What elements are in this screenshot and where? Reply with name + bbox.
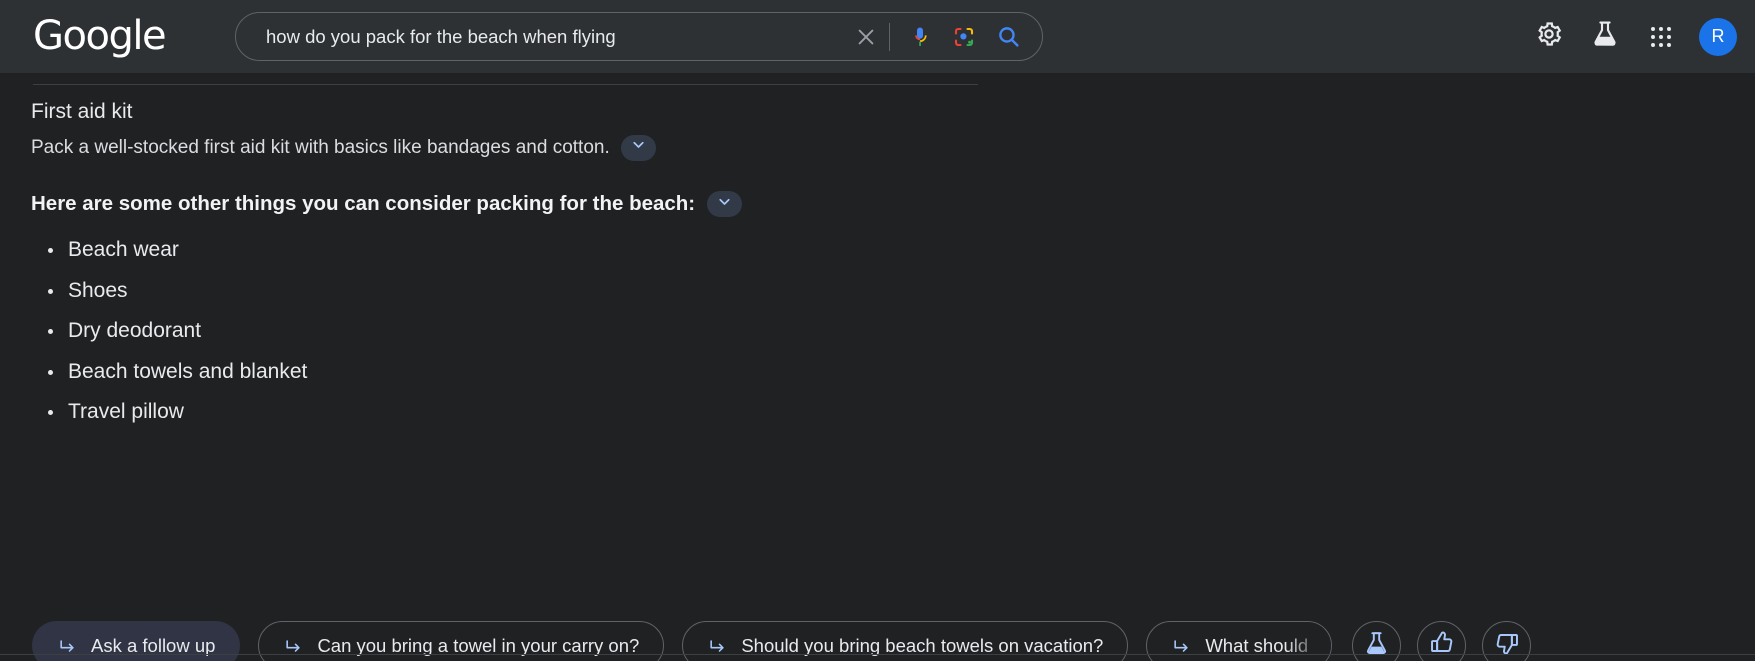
- list-item: Travel pillow: [31, 398, 307, 426]
- thumbs-down-icon: [1494, 630, 1520, 661]
- list-item: Shoes: [31, 277, 307, 305]
- google-logo[interactable]: Google: [33, 14, 167, 58]
- other-items-heading-row: Here are some other things you can consi…: [31, 190, 743, 218]
- expand-section-button[interactable]: [620, 135, 656, 161]
- app-header: Google how do you pack for the beach whe…: [0, 0, 1755, 73]
- expand-other-items-button[interactable]: [707, 190, 743, 218]
- arrow-turn-down-right-icon: [57, 636, 77, 656]
- main-content: First aid kit Pack a well-stocked first …: [0, 73, 1755, 661]
- content-top-divider: [33, 84, 978, 85]
- arrow-turn-down-right-icon: [1171, 636, 1191, 656]
- ask-follow-up-chip[interactable]: Ask a follow up: [32, 621, 241, 661]
- content-bottom-divider: [0, 654, 1755, 655]
- section-description-row: Pack a well-stocked first aid kit with b…: [31, 135, 656, 161]
- avatar[interactable]: R: [1699, 17, 1737, 56]
- settings-button[interactable]: [1525, 13, 1573, 61]
- labs-button[interactable]: [1581, 13, 1629, 61]
- arrow-turn-down-right-icon: [707, 636, 727, 656]
- thumbs-down-button[interactable]: [1482, 621, 1532, 661]
- section-description: Pack a well-stocked first aid kit with b…: [31, 137, 610, 158]
- chevron-down-icon: [716, 190, 733, 218]
- thumbs-up-button[interactable]: [1417, 621, 1467, 661]
- other-items-heading: Here are some other things you can consi…: [31, 192, 696, 215]
- gear-icon: [1535, 20, 1563, 53]
- followup-chip-row: Ask a follow up Can you bring a towel in…: [32, 621, 1547, 661]
- search-bar[interactable]: [235, 12, 1043, 61]
- arrow-turn-down-right-icon: [283, 636, 303, 656]
- google-lens-icon[interactable]: [942, 15, 986, 59]
- lab-flask-icon: [1363, 630, 1390, 661]
- list-item: Dry deodorant: [31, 317, 307, 345]
- header-actions: R: [1525, 0, 1737, 73]
- labs-feedback-button[interactable]: [1352, 621, 1402, 661]
- apps-grid-icon: [1651, 26, 1671, 47]
- list-item: Beach towels and blanket: [31, 358, 307, 386]
- search-submit-icon[interactable]: [986, 15, 1030, 59]
- voice-search-icon[interactable]: [898, 15, 942, 59]
- followup-chip-2[interactable]: Should you bring beach towels on vacatio…: [682, 621, 1129, 661]
- google-apps-button[interactable]: [1637, 13, 1685, 61]
- clear-search-icon[interactable]: [849, 20, 883, 54]
- thumbs-up-icon: [1429, 630, 1455, 661]
- search-divider: [889, 22, 890, 51]
- chevron-down-icon: [630, 135, 647, 161]
- search-input[interactable]: [236, 24, 849, 49]
- packing-items-list: Beach wear Shoes Dry deodorant Beach tow…: [31, 236, 307, 439]
- followup-chip-1[interactable]: Can you bring a towel in your carry on?: [258, 621, 665, 661]
- followup-chip-3[interactable]: What should I p: [1146, 621, 1333, 661]
- section-title: First aid kit: [31, 100, 133, 123]
- lab-flask-icon: [1590, 19, 1620, 54]
- list-item: Beach wear: [31, 236, 307, 264]
